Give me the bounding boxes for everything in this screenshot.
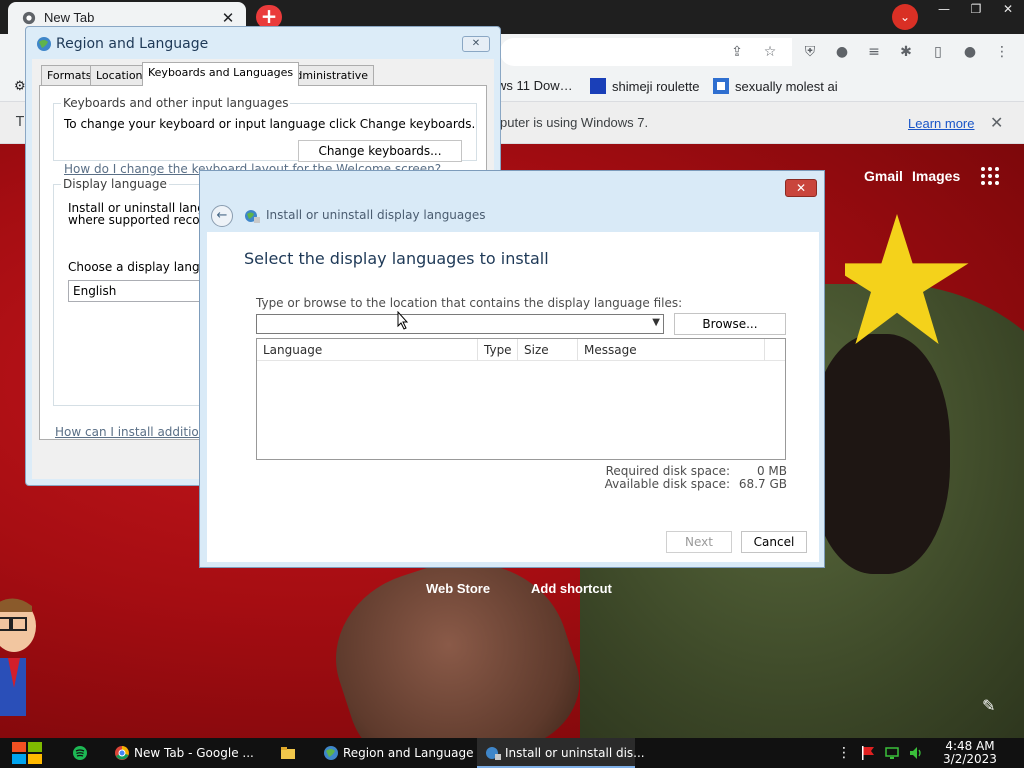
clock-date[interactable]: 3/2/2023: [930, 752, 1010, 766]
ublock-icon[interactable]: ⛨: [800, 42, 820, 62]
taskbar-item-region-language[interactable]: Region and Language: [315, 738, 474, 768]
globe-icon: [37, 37, 51, 51]
taskbar-item-label: Region and Language: [343, 746, 474, 760]
close-dialog-button[interactable]: ✕: [785, 179, 817, 197]
column-filler: [765, 339, 785, 361]
column-size[interactable]: Size: [518, 339, 578, 361]
required-space-value: 0 MB: [756, 464, 787, 478]
tab-location[interactable]: Location: [90, 65, 149, 85]
side-panel-icon[interactable]: ▯: [928, 42, 948, 62]
dialog-heading: Select the display languages to install: [244, 249, 549, 268]
chevron-down-icon[interactable]: ▼: [652, 317, 660, 328]
required-space-label: Required disk space:: [605, 464, 730, 478]
dialog-content: Select the display languages to install …: [207, 232, 819, 562]
column-type[interactable]: Type: [478, 339, 518, 361]
choose-display-language-label: Choose a display langua: [68, 260, 215, 274]
column-language[interactable]: Language: [257, 339, 478, 361]
extension-avatar-icon[interactable]: ●: [832, 42, 852, 62]
customize-pencil-icon[interactable]: ✎: [982, 696, 995, 715]
volume-icon[interactable]: [908, 745, 924, 761]
bookmark-favicon-icon: [713, 78, 729, 94]
shortcut-add[interactable]: Add shortcut: [531, 581, 612, 596]
keyboards-legend: Keyboards and other input languages: [61, 96, 291, 110]
shimeji-icon: [590, 78, 606, 94]
share-icon[interactable]: ⇪: [727, 42, 747, 62]
bookmark-label: ws 11 Dow…: [497, 78, 573, 93]
install-additional-languages-link[interactable]: How can I install additional: [55, 425, 217, 439]
extensions-puzzle-icon[interactable]: ✱: [896, 42, 916, 62]
wallpaper-star: [845, 214, 969, 344]
bookmark-label: sexually molest ai: [735, 79, 838, 94]
chrome-menu-icon[interactable]: ⋮: [992, 42, 1012, 62]
profile-icon[interactable]: ●: [960, 42, 980, 62]
tab-keyboards-languages[interactable]: Keyboards and Languages: [142, 62, 300, 86]
action-center-flag-icon[interactable]: [860, 745, 876, 761]
language-globe-icon: [245, 210, 260, 223]
available-space-label: Available disk space:: [604, 477, 730, 491]
bookmark-item[interactable]: sexually molest ai: [713, 78, 838, 94]
network-icon[interactable]: [884, 745, 900, 761]
chrome-icon: [115, 746, 129, 760]
tab-title: New Tab: [44, 10, 95, 25]
display-language-legend: Display language: [61, 177, 169, 191]
taskbar-item-install-dialog[interactable]: Install or uninstall dis...: [477, 738, 645, 768]
minimize-icon[interactable]: —: [928, 0, 960, 18]
language-files-path-combo[interactable]: ▼: [256, 314, 664, 334]
taskbar-item-label: Install or uninstall dis...: [505, 746, 645, 760]
bookmark-label: shimeji roulette: [612, 79, 700, 94]
next-button[interactable]: Next: [666, 531, 732, 553]
bookmark-star-icon[interactable]: ☆: [760, 42, 780, 62]
bookmark-item[interactable]: shimeji roulette: [590, 78, 699, 94]
close-window-icon[interactable]: ✕: [992, 0, 1024, 18]
taskbar-item-label: New Tab - Google ...: [134, 746, 254, 760]
keyboards-description: To change your keyboard or input languag…: [64, 117, 476, 131]
wallpaper-face: [810, 334, 950, 574]
close-icon[interactable]: ✕: [990, 113, 1003, 132]
shortcut-web-store[interactable]: Web Store: [426, 581, 490, 596]
windows-start-icon[interactable]: [10, 740, 44, 766]
infobar-partial-text: T: [16, 115, 24, 130]
change-keyboards-button[interactable]: Change keyboards...: [298, 140, 462, 162]
languages-list[interactable]: Language Type Size Message: [256, 338, 786, 460]
mouse-cursor-icon: [397, 311, 409, 330]
file-explorer-icon[interactable]: [280, 745, 296, 761]
google-apps-icon[interactable]: [980, 166, 1000, 186]
browse-button[interactable]: Browse...: [674, 313, 786, 335]
back-arrow-icon[interactable]: ←: [211, 205, 233, 227]
install-languages-dialog: ✕ ← Install or uninstall display languag…: [199, 170, 825, 568]
column-message[interactable]: Message: [578, 339, 765, 361]
clock-time[interactable]: 4:48 AM: [930, 739, 1010, 753]
omnibox[interactable]: [500, 38, 792, 66]
gmail-link[interactable]: Gmail: [864, 168, 903, 184]
available-space-value: 68.7 GB: [738, 477, 787, 491]
chevron-down-icon[interactable]: ⌄: [892, 4, 918, 30]
selected-language: English: [73, 284, 117, 298]
taskbar: New Tab - Google ... Region and Language…: [0, 738, 1024, 768]
taskbar-item-chrome[interactable]: New Tab - Google ...: [106, 738, 264, 768]
chrome-icon: [22, 11, 36, 25]
restore-icon[interactable]: ❐: [960, 0, 992, 18]
cancel-button[interactable]: Cancel: [741, 531, 807, 553]
window-title: Region and Language: [56, 36, 209, 52]
display-language-line2: where supported recogn: [68, 213, 215, 227]
tray-overflow-icon[interactable]: ⋮: [836, 745, 852, 761]
images-link[interactable]: Images: [912, 168, 960, 184]
globe-icon: [324, 746, 338, 760]
bookmark-apps-icon[interactable]: ⚙: [14, 78, 26, 94]
close-window-button[interactable]: ✕: [462, 36, 490, 52]
close-tab-icon[interactable]: ✕: [218, 8, 238, 28]
dialog-title: Install or uninstall display languages: [266, 208, 486, 222]
display-language-select[interactable]: English: [68, 280, 218, 302]
bookmark-item[interactable]: ws 11 Dow…: [497, 78, 573, 93]
learn-more-link[interactable]: Learn more: [908, 116, 974, 131]
spotify-icon[interactable]: [72, 745, 88, 761]
language-globe-icon: [486, 747, 501, 760]
location-prompt: Type or browse to the location that cont…: [256, 296, 683, 310]
extension-flag-icon[interactable]: ≡: [864, 42, 884, 62]
desktop-cartoon-character: [0, 598, 36, 716]
infobar-message: puter is using Windows 7.: [500, 115, 649, 130]
